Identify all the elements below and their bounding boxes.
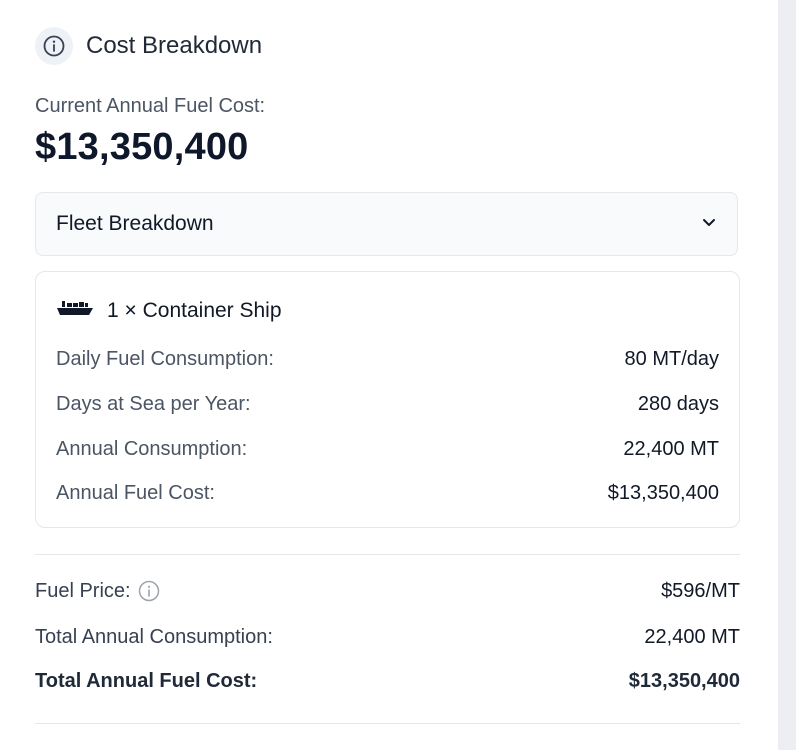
fuel-price-value: $596/MT xyxy=(661,579,740,602)
ship-row-annual-consumption: Annual Consumption: 22,400 MT xyxy=(56,436,719,462)
fleet-breakdown-label: Fleet Breakdown xyxy=(56,212,214,235)
info-icon[interactable] xyxy=(138,580,160,602)
panel-header: Cost Breakdown xyxy=(35,27,262,65)
fleet-breakdown-dropdown[interactable]: Fleet Breakdown xyxy=(35,192,738,256)
divider xyxy=(35,554,740,555)
row-label: Annual Fuel Cost: xyxy=(56,481,215,504)
total-consumption-value: 22,400 MT xyxy=(644,625,740,648)
ship-row-days-at-sea: Days at Sea per Year: 280 days xyxy=(56,391,719,417)
row-label: Days at Sea per Year: xyxy=(56,392,251,415)
info-icon[interactable] xyxy=(35,27,73,65)
ship-icon xyxy=(56,298,94,323)
fuel-price-label-group: Fuel Price: xyxy=(35,580,160,603)
row-label: Annual Consumption: xyxy=(56,437,248,460)
summary-total-consumption: Total Annual Consumption: 22,400 MT xyxy=(35,623,740,651)
row-value: 22,400 MT xyxy=(623,437,719,460)
total-cost-value: $13,350,400 xyxy=(628,669,740,692)
chevron-down-icon xyxy=(701,214,717,235)
scroll-gutter xyxy=(778,0,796,750)
ship-title: 1 × Container Ship xyxy=(56,298,282,323)
row-value: 280 days xyxy=(637,392,719,415)
divider xyxy=(35,723,740,724)
current-cost-value: $13,350,400 xyxy=(35,126,249,168)
summary-total-cost: Total Annual Fuel Cost: $13,350,400 xyxy=(35,667,740,695)
current-cost-label: Current Annual Fuel Cost: xyxy=(35,95,266,117)
ship-row-annual-fuel-cost: Annual Fuel Cost: $13,350,400 xyxy=(56,480,719,506)
panel-title: Cost Breakdown xyxy=(86,32,263,59)
row-value: $13,350,400 xyxy=(607,481,719,504)
ship-card: 1 × Container Ship Daily Fuel Consumptio… xyxy=(35,271,740,528)
ship-title-text: 1 × Container Ship xyxy=(107,298,282,322)
total-consumption-label: Total Annual Consumption: xyxy=(35,625,273,648)
summary-fuel-price: Fuel Price: $596/MT xyxy=(35,577,740,605)
row-value: 80 MT/day xyxy=(624,347,719,370)
ship-row-daily-consumption: Daily Fuel Consumption: 80 MT/day xyxy=(56,346,719,372)
fuel-price-label: Fuel Price: xyxy=(35,579,131,602)
total-cost-label: Total Annual Fuel Cost: xyxy=(35,669,258,692)
row-label: Daily Fuel Consumption: xyxy=(56,347,274,370)
